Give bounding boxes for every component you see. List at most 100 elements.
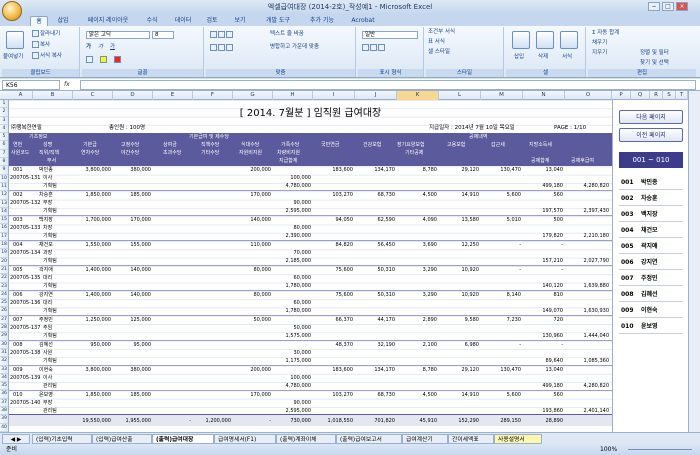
cell-fixed[interactable]: 185,000 (113, 391, 151, 399)
cell-no[interactable]: 009 (13, 366, 33, 374)
row-header[interactable]: 3 (0, 117, 8, 125)
close-button[interactable]: × (676, 2, 688, 11)
cell-local[interactable]: 810 (523, 291, 563, 299)
cell-no[interactable]: 003 (13, 216, 33, 224)
cell-ded[interactable]: 140,120 (523, 282, 563, 290)
col-header[interactable]: I (313, 91, 355, 100)
sheet-tab[interactable]: (출력)급여보고서 (336, 434, 402, 444)
cell-title-allow[interactable]: 170,000 (233, 391, 271, 399)
cell-base[interactable]: 1,700,000 (73, 216, 111, 224)
cell-base[interactable]: 950,000 (73, 341, 111, 349)
row-header[interactable]: 4 (0, 125, 8, 134)
cell-health[interactable]: 134,170 (355, 166, 395, 174)
cell-np[interactable]: 103,270 (313, 391, 353, 399)
cell-income[interactable]: - (481, 341, 521, 349)
cell-emp[interactable]: 10,920 (439, 291, 480, 299)
formula-input[interactable] (80, 80, 696, 90)
row-header[interactable]: 9 (0, 166, 8, 175)
copy-button[interactable]: 복사 (32, 41, 50, 49)
row-header[interactable]: 21 (0, 266, 8, 275)
cell-rank[interactable]: 부장 (43, 399, 73, 407)
col-header[interactable]: M (481, 91, 523, 100)
cell-rank[interactable]: 사원 (43, 349, 73, 357)
tab-home[interactable]: 홈 (30, 16, 48, 26)
cell-np[interactable]: 75,600 (313, 291, 354, 299)
cell-meal[interactable]: 100,000 (273, 174, 311, 182)
cell-ded[interactable]: 499,180 (523, 182, 563, 190)
zoom-slider[interactable] (628, 449, 692, 450)
row-header[interactable]: 37 (0, 399, 8, 407)
row-header[interactable]: 16 (0, 224, 8, 233)
cell-no[interactable]: 007 (13, 316, 33, 324)
cell-code[interactable]: 200705-134 (10, 249, 40, 257)
cell-code[interactable]: 200705-131 (10, 174, 40, 182)
cell-fixed[interactable]: 380,000 (113, 366, 151, 374)
cell-net[interactable]: 1,630,930 (567, 307, 609, 315)
zoom-level[interactable]: 100% (600, 444, 617, 455)
cell-rank[interactable]: 이사 (43, 374, 73, 382)
cell-ded[interactable]: 499,180 (523, 382, 563, 390)
cell-health[interactable]: 44,170 (355, 316, 396, 324)
cell-code[interactable]: 200705-140 (10, 399, 40, 407)
cell-code[interactable]: 200705-132 (10, 199, 40, 207)
row-header[interactable]: 12 (0, 191, 8, 200)
cell-ded[interactable]: 157,210 (523, 257, 563, 265)
italic-button[interactable]: 가 (98, 44, 103, 51)
row-header[interactable]: 33 (0, 366, 8, 374)
cell-ded[interactable]: 89,640 (523, 357, 564, 365)
cell-income[interactable]: 130,470 (481, 166, 521, 174)
cell-net[interactable]: 4,280,820 (567, 182, 609, 190)
cell-local[interactable]: 13,040 (523, 366, 564, 374)
cell-income[interactable]: 5,600 (481, 391, 521, 399)
cell-no[interactable]: 001 (13, 166, 33, 174)
cell-net[interactable]: 2,397,430 (567, 207, 609, 215)
cell-np[interactable]: 66,370 (313, 316, 354, 324)
cell-ded[interactable]: 130,960 (523, 332, 563, 340)
employee-list-item[interactable]: 009 이현숙 (619, 304, 683, 318)
sheet-tab[interactable]: 급여명세서(F1) (214, 434, 276, 444)
cell-net[interactable]: 4,280,820 (567, 382, 609, 390)
cell-dept[interactable]: 기획팀 (43, 307, 73, 315)
cell-local[interactable]: 560 (523, 391, 563, 399)
font-color-button[interactable] (114, 56, 122, 64)
tab-addins[interactable]: 추가 기능 (306, 16, 338, 26)
align-top-button[interactable] (210, 31, 234, 39)
row-header[interactable]: 17 (0, 233, 8, 242)
cell-title-allow[interactable]: 200,000 (233, 166, 271, 174)
cell-emp[interactable]: 6,980 (439, 341, 479, 349)
cell-health[interactable]: 50,310 (355, 291, 396, 299)
col-header[interactable]: S (663, 91, 676, 100)
cell-dept[interactable]: 기획팀 (43, 182, 73, 190)
cell-income[interactable]: 7,230 (481, 316, 521, 324)
cell-ded[interactable]: 179,820 (523, 232, 563, 240)
cell-title-allow[interactable]: 200,000 (233, 366, 271, 374)
cell-emp[interactable]: 29,120 (439, 366, 480, 374)
cell-dept[interactable]: 기획팀 (43, 257, 73, 265)
find-select-button[interactable]: 찾기 및 선택 (640, 60, 669, 67)
cell-fixed[interactable]: 140,000 (113, 266, 151, 274)
fill-color-button[interactable] (100, 56, 108, 64)
col-header[interactable]: O (565, 91, 612, 100)
cell-fixed[interactable]: 125,000 (113, 316, 151, 324)
currency-button[interactable] (362, 44, 386, 52)
cell-name[interactable]: 백지장 (39, 216, 73, 224)
row-header[interactable]: 6 (0, 141, 8, 150)
cut-button[interactable]: 잘라내기 (32, 30, 60, 38)
cell-dept[interactable]: 기획팀 (43, 332, 73, 340)
fill-button[interactable]: 채우기 (592, 40, 607, 47)
cell-title-allow[interactable]: 50,000 (233, 316, 272, 324)
cell-name[interactable]: 김혜선 (39, 341, 73, 349)
employee-list-item[interactable]: 010 윤보영 (619, 320, 683, 334)
row-header[interactable]: 23 (0, 283, 8, 291)
worksheet-grid[interactable]: [ 2014. 7월분 ] 임직원 급여대장 ㈜행복한연필 총인원 : 100명… (9, 100, 612, 432)
font-name-combo[interactable]: 맑은 고딕 (86, 31, 150, 39)
cell-rank[interactable]: 주임 (43, 324, 73, 332)
cell-dept[interactable]: 기획팀 (43, 282, 73, 290)
cell-meal[interactable]: 100,000 (273, 374, 311, 382)
underline-button[interactable]: 가 (110, 44, 115, 51)
cell-title-allow[interactable]: 80,000 (233, 266, 272, 274)
minimize-button[interactable]: − (648, 2, 660, 11)
cell-base[interactable]: 1,850,000 (73, 391, 111, 399)
cell-ltc[interactable]: 2,890 (397, 316, 437, 324)
cell-ltc[interactable]: 3,290 (397, 291, 437, 299)
